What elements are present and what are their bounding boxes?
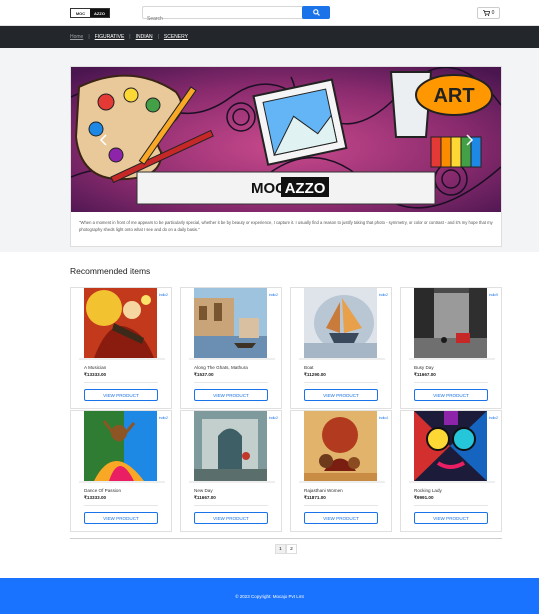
footer-copyright: © 2023 Copyright: Mocajo Pvt Lmt <box>235 593 304 599</box>
image-shadow <box>79 481 165 483</box>
product-tag: indic2 <box>268 293 278 297</box>
pagination: 1 2 <box>275 544 297 554</box>
category-indian[interactable]: INDIAN <box>136 34 153 40</box>
product-image[interactable] <box>84 288 157 358</box>
category-scenery[interactable]: SCENERY <box>164 34 188 40</box>
product-price: ₹11667.00 <box>194 495 216 500</box>
separator: | <box>157 34 159 40</box>
product-name: Rocking Lady <box>414 488 442 493</box>
search-icon <box>312 9 320 16</box>
view-product-button[interactable]: VIEW PRODUCT <box>194 389 268 401</box>
image-shadow <box>299 481 385 483</box>
category-figurative[interactable]: FIGURATIVE <box>95 34 125 40</box>
breadcrumb-home[interactable]: Home <box>70 34 83 40</box>
view-product-button[interactable]: VIEW PRODUCT <box>414 389 488 401</box>
separator: | <box>129 34 131 40</box>
divider <box>304 382 378 383</box>
image-shadow <box>409 358 495 360</box>
hero-banner-image: ART MOC AZZO <box>71 67 501 212</box>
product-price: ₹13333.00 <box>84 495 107 500</box>
product-card: indic9 Busy Day ₹11667.00 VIEW PRODUCT <box>400 287 502 409</box>
image-shadow <box>299 358 385 360</box>
product-image[interactable] <box>304 411 377 481</box>
view-product-button[interactable]: VIEW PRODUCT <box>414 512 488 524</box>
logo-text-left: MOC <box>71 9 90 17</box>
search-button[interactable] <box>302 6 330 19</box>
divider <box>414 382 488 383</box>
site-logo[interactable]: MOC AZZO <box>70 8 110 18</box>
image-shadow <box>79 358 165 360</box>
view-product-button[interactable]: VIEW PRODUCT <box>304 512 378 524</box>
product-card: indic2 New Day ₹11667.00 VIEW PRODUCT <box>180 410 282 532</box>
product-price: ₹1537.00 <box>194 372 214 377</box>
cart-count: 0 <box>491 10 495 16</box>
product-tag: indic2 <box>488 416 498 420</box>
cart-button[interactable]: 0 <box>477 7 500 19</box>
search-input[interactable] <box>143 13 303 25</box>
product-price: ₹11667.00 <box>414 372 436 377</box>
divider <box>84 505 158 506</box>
hero-carousel: ART MOC AZZO "When a moment in front of … <box>70 66 502 247</box>
product-name: Boat <box>304 365 314 370</box>
product-price: ₹11871.00 <box>304 495 326 500</box>
product-name: A Musician <box>84 365 107 370</box>
product-image[interactable] <box>84 411 157 481</box>
product-image[interactable] <box>194 411 267 481</box>
image-shadow <box>409 481 495 483</box>
hero-brand-left: MOC <box>251 180 286 197</box>
image-shadow <box>189 481 275 483</box>
view-product-button[interactable]: VIEW PRODUCT <box>194 512 268 524</box>
product-image[interactable] <box>414 411 487 481</box>
divider <box>304 505 378 506</box>
art-badge-text: ART <box>433 85 474 107</box>
product-tag: indic2 <box>268 416 278 420</box>
product-card: indic2 Boat ₹11290.00 VIEW PRODUCT <box>290 287 392 409</box>
top-navbar: MOC AZZO 0 <box>0 0 539 26</box>
view-product-button[interactable]: VIEW PRODUCT <box>84 389 158 401</box>
product-card: indic4 Rajasthani Women ₹11871.00 VIEW P… <box>290 410 392 532</box>
page-1-button[interactable]: 1 <box>275 544 286 554</box>
product-tag: indic2 <box>378 293 388 297</box>
page-2-button[interactable]: 2 <box>286 544 297 554</box>
product-name: Busy Day <box>414 365 434 370</box>
product-tag: indic2 <box>158 293 168 297</box>
category-bar: Home | FIGURATIVE | INDIAN | SCENERY <box>0 26 539 48</box>
product-card: indic2 Dance Of Passion ₹13333.00 VIEW P… <box>70 410 172 532</box>
product-name: New Day <box>194 488 213 493</box>
product-tag: indic4 <box>378 416 388 420</box>
image-shadow <box>189 358 275 360</box>
divider <box>194 505 268 506</box>
divider <box>84 382 158 383</box>
view-product-button[interactable]: VIEW PRODUCT <box>304 389 378 401</box>
section-title: Recommended items <box>70 266 151 276</box>
product-price: ₹11290.00 <box>304 372 326 377</box>
product-image[interactable] <box>414 288 487 358</box>
footer: © 2023 Copyright: Mocajo Pvt Lmt <box>0 578 539 614</box>
product-card: indic2 Along The Ghats, Mathura ₹1537.00… <box>180 287 282 409</box>
hero-quote: "When a moment in front of me appears to… <box>79 220 493 232</box>
search-bar <box>142 6 330 25</box>
product-tag: indic2 <box>158 416 168 420</box>
product-name: Along The Ghats, Mathura <box>194 365 248 370</box>
product-card: indic2 Rocking Lady ₹9991.00 VIEW PRODUC… <box>400 410 502 532</box>
divider <box>414 505 488 506</box>
product-card: indic2 A Musician ₹13333.00 VIEW PRODUCT <box>70 287 172 409</box>
product-name: Dance Of Passion <box>84 488 122 493</box>
view-product-button[interactable]: VIEW PRODUCT <box>84 512 158 524</box>
separator: | <box>88 34 90 40</box>
product-price: ₹9991.00 <box>414 495 434 500</box>
product-name: Rajasthani Women <box>304 488 343 493</box>
section-divider <box>70 538 502 539</box>
product-tag: indic9 <box>488 293 498 297</box>
cart-icon <box>482 10 490 16</box>
logo-text-right: AZZO <box>90 9 109 17</box>
product-image[interactable] <box>304 288 377 358</box>
divider <box>194 382 268 383</box>
product-price: ₹13333.00 <box>84 372 107 377</box>
hero-brand-right: AZZO <box>285 180 326 197</box>
product-image[interactable] <box>194 288 267 358</box>
